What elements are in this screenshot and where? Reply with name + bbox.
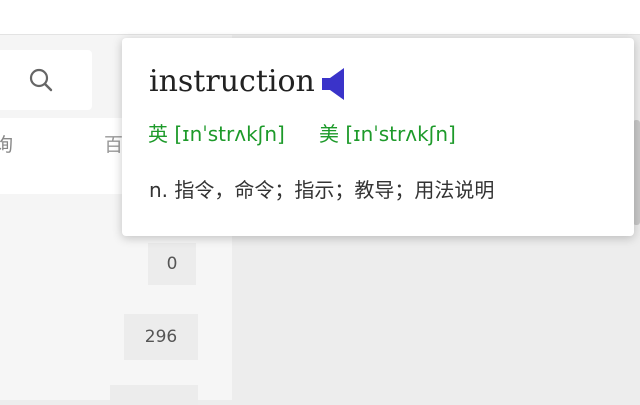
- phonetic-us: 美 [ɪnˈstrʌkʃn]: [319, 122, 456, 146]
- search-icon: [29, 68, 53, 92]
- search-button[interactable]: [24, 63, 58, 97]
- tab-query[interactable]: 询: [0, 130, 13, 157]
- definition-text: n. 指令，命令；指示；教导；用法说明: [149, 178, 495, 202]
- top-bar: [0, 0, 640, 35]
- search-box[interactable]: [0, 50, 92, 110]
- phonetic-uk: 英 [ɪnˈstrʌkʃn]: [148, 122, 285, 146]
- count-badge: 296: [124, 314, 198, 360]
- tab-baidu[interactable]: 百: [104, 130, 123, 157]
- count-badge: 0: [148, 243, 196, 285]
- search-tabs: 询 百: [0, 118, 125, 194]
- translation-popup: instruction 英 [ɪnˈstrʌkʃn] 美 [ɪnˈstrʌkʃn…: [122, 38, 634, 236]
- result-list: [0, 210, 232, 400]
- count-badge: [110, 385, 198, 405]
- scrollbar[interactable]: [633, 120, 640, 225]
- speaker-icon[interactable]: [320, 66, 346, 102]
- popup-word: instruction: [149, 64, 315, 99]
